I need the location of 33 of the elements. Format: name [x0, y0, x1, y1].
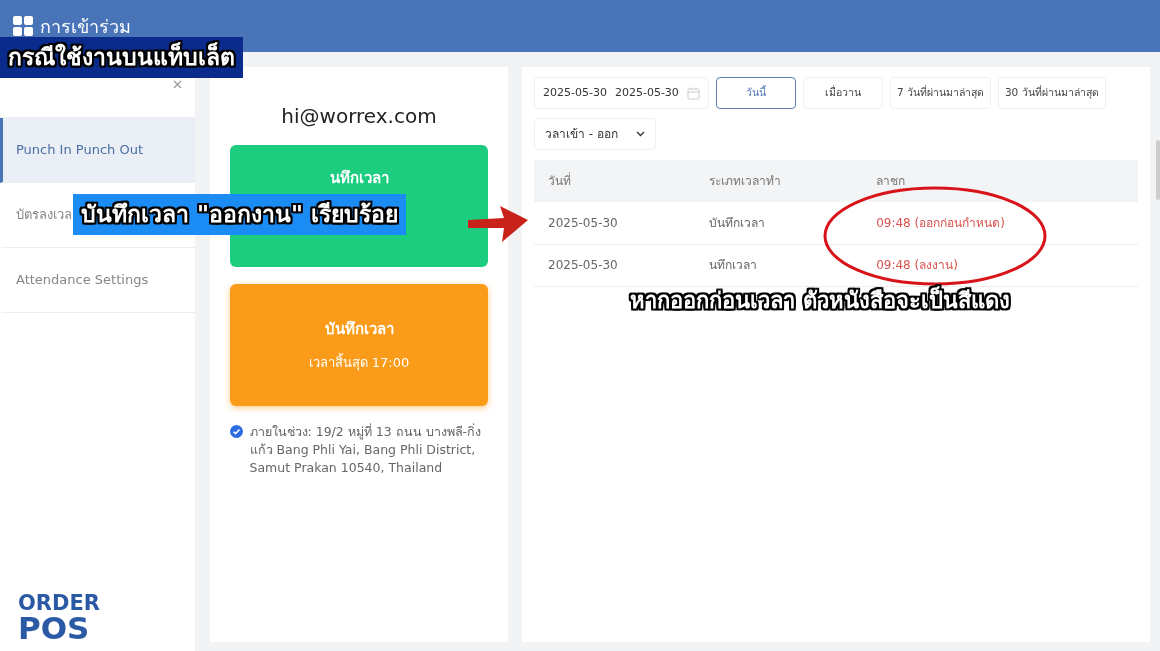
range-button[interactable]: 30 วันที่ผ่านมาล่าสุด: [997, 77, 1106, 109]
sidebar-item[interactable]: Attendance Settings: [16, 270, 149, 290]
column-header: ลาชก: [861, 160, 1138, 202]
scrollbar[interactable]: [1156, 140, 1160, 200]
sidebar-item[interactable]: Punch In Punch Out: [0, 118, 195, 183]
column-header: ระเภทเวลาทำ: [694, 160, 862, 202]
callout-tooltip: บันทึกเวลา "ออกงาน" เรียบร้อย: [73, 194, 406, 235]
time-cell: 09:48 (ออกก่อนกำหนด): [861, 202, 1138, 244]
button-title: นทึกเวลา: [329, 168, 389, 189]
table-cell: 2025-05-30: [534, 244, 695, 286]
location-text: ภายในช่วง: 19/2 หมู่ที่ 13 ถนน บางพลี-กิ่งแก้ว Bang Phli Yai, Bang Phli District, Samut Prakan 10540, Thailand: [249, 423, 483, 478]
calendar-icon: [686, 86, 700, 100]
type-dropdown[interactable]: วลาเข้า - ออก: [534, 118, 656, 150]
range-button[interactable]: เมื่อวาน: [802, 77, 883, 109]
table-cell: 2025-05-30: [534, 202, 695, 244]
close-icon[interactable]: [173, 80, 182, 89]
user-email: hi@worrex.com: [280, 103, 438, 130]
caption: กรณีใช้งานบนแท็บเล็ต: [0, 37, 243, 78]
column-header: วันที่: [534, 160, 695, 202]
button-title: บันทึกเวลา: [324, 319, 394, 340]
sidebar-item[interactable]: บัตรลงเวล: [16, 205, 72, 225]
button-subtitle: เวลาสิ้นสุด 17:00: [308, 352, 410, 372]
date-range-field[interactable]: 2025-05-30 2025-05-30: [534, 77, 709, 109]
table-cell: นทึกเวลา: [694, 244, 862, 286]
logo: ORDER POS: [18, 593, 100, 643]
date-from: 2025-05-30: [543, 84, 607, 101]
grid-icon: [13, 16, 33, 36]
page-title: การเข้าร่วม: [39, 14, 131, 39]
range-button[interactable]: วันนี้: [715, 77, 796, 109]
date-to: 2025-05-30: [614, 84, 679, 101]
table-cell: บันทึกเวลา: [694, 202, 862, 244]
chevron-icon: [636, 131, 645, 137]
range-button[interactable]: 7 วันที่ผ่านมาล่าสุด: [889, 77, 991, 109]
